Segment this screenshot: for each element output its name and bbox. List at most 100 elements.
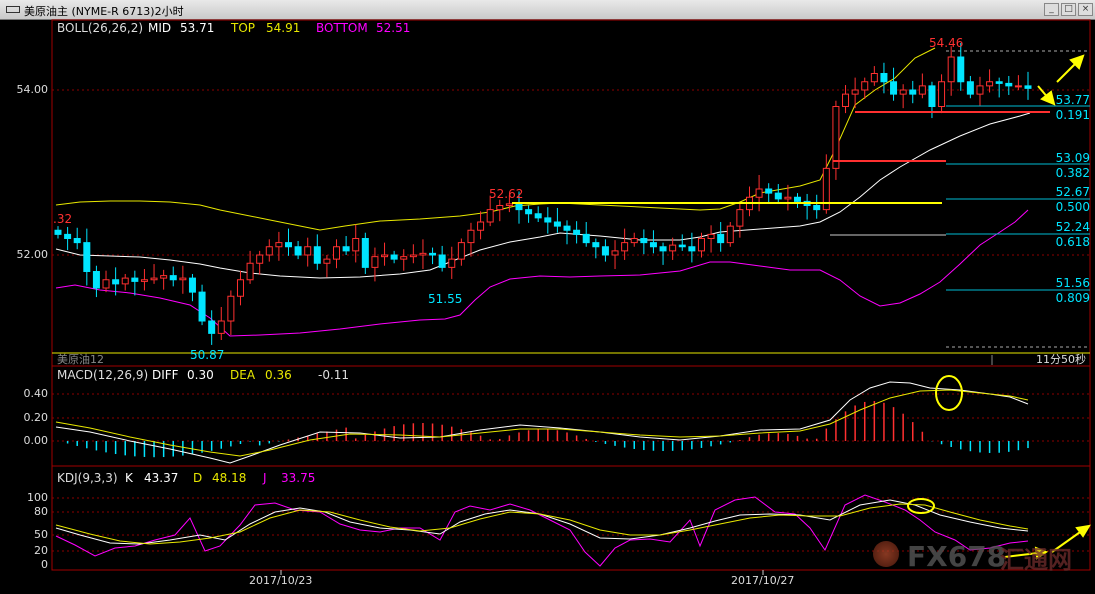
boll-bottom-label: BOTTOM bbox=[316, 21, 368, 35]
fib-ratio-1: 0.191 bbox=[1055, 108, 1090, 122]
candle-body bbox=[697, 238, 705, 252]
price-label-low-2: 50.87 bbox=[190, 348, 225, 362]
candle-body bbox=[525, 209, 533, 215]
kdj-tick-50: 50 bbox=[34, 528, 48, 541]
candle-body bbox=[995, 81, 1003, 84]
candle-body bbox=[573, 229, 581, 235]
candle-body bbox=[918, 85, 926, 95]
candle-body bbox=[880, 73, 888, 83]
candle-body bbox=[371, 256, 379, 268]
candle-body bbox=[947, 56, 955, 83]
kdj-tick-100: 100 bbox=[27, 491, 48, 504]
candle-body bbox=[774, 192, 782, 200]
watermark-logo-icon bbox=[873, 541, 899, 567]
boll-bottom-value: 52.51 bbox=[376, 21, 411, 35]
macd-tick-000: 0.00 bbox=[23, 434, 49, 447]
price-tick-52: 52.00 bbox=[16, 248, 49, 261]
candle-body bbox=[217, 320, 225, 334]
candle-body bbox=[678, 244, 686, 248]
candle-body bbox=[102, 279, 110, 289]
candle-body bbox=[870, 73, 878, 83]
symbol-footer: 美原油12 bbox=[57, 353, 104, 366]
candle-body bbox=[736, 209, 744, 227]
macd-tick-020: 0.20 bbox=[23, 411, 49, 424]
candle-body bbox=[381, 254, 389, 258]
candle-body bbox=[976, 85, 984, 95]
fib-ratio-3: 0.500 bbox=[1055, 200, 1090, 214]
candle-body bbox=[352, 238, 360, 252]
candle-body bbox=[861, 81, 869, 91]
candle-body bbox=[438, 254, 446, 268]
kdj-tick-0: 0 bbox=[41, 558, 48, 571]
candle-body bbox=[342, 246, 350, 252]
macd-dea-value: 0.36 bbox=[265, 368, 292, 382]
price-label-high-1: 52.62 bbox=[489, 187, 524, 201]
candle-body bbox=[198, 291, 206, 322]
fib-ratio-4: 0.618 bbox=[1055, 235, 1090, 249]
candle-body bbox=[582, 233, 590, 244]
candle-body bbox=[784, 196, 792, 200]
candle-body bbox=[121, 277, 129, 285]
boll-mid-band bbox=[55, 112, 1031, 279]
fib-price-5: 51.56 bbox=[1055, 276, 1090, 290]
candle-body bbox=[1024, 85, 1032, 89]
candle-body bbox=[707, 233, 715, 239]
candle-body bbox=[294, 246, 302, 256]
candle-body bbox=[429, 252, 437, 256]
boll-label: BOLL(26,26,2) bbox=[57, 21, 144, 35]
candle-body bbox=[601, 246, 609, 256]
candle-body bbox=[92, 271, 100, 289]
candle-body bbox=[899, 89, 907, 95]
price-panel-frame bbox=[51, 19, 1091, 367]
kdj-d-label: D bbox=[193, 471, 203, 485]
arrow-icon-up-right bbox=[1056, 54, 1085, 83]
candle-body bbox=[688, 246, 696, 252]
candle-body bbox=[150, 277, 158, 281]
kdj-d-line bbox=[55, 503, 1029, 545]
price-label-high-2: 54.46 bbox=[929, 36, 964, 50]
date-label-2: 2017/10/27 bbox=[731, 574, 795, 587]
candle-body bbox=[505, 203, 513, 207]
candle-body bbox=[208, 320, 216, 334]
kdj-j-value: 33.75 bbox=[281, 471, 316, 485]
candle-body bbox=[160, 275, 168, 279]
macd-dea-label: DEA bbox=[230, 368, 256, 382]
candle-body bbox=[112, 279, 120, 285]
candle-body bbox=[246, 262, 254, 281]
candle-body bbox=[140, 279, 148, 282]
fib-price-2: 53.09 bbox=[1055, 151, 1090, 165]
candle-body bbox=[621, 242, 629, 252]
date-label-1: 2017/10/23 bbox=[249, 574, 313, 587]
candle-body bbox=[169, 275, 177, 281]
kdj-k-label: K bbox=[125, 471, 133, 485]
fib-ratio-5: 0.809 bbox=[1055, 291, 1090, 305]
candle-body bbox=[496, 205, 504, 211]
candle-body bbox=[448, 258, 456, 268]
candle-body bbox=[313, 246, 321, 264]
candle-body bbox=[409, 254, 417, 258]
candle-body bbox=[842, 93, 850, 107]
price-label-low-1: 51.55 bbox=[428, 292, 463, 306]
fib-price-4: 52.24 bbox=[1055, 220, 1090, 234]
kdj-label: KDJ(9,3,3) bbox=[57, 471, 118, 485]
candle-body bbox=[649, 242, 657, 248]
candlestick-series bbox=[54, 42, 1032, 345]
candle-body bbox=[1005, 82, 1013, 87]
boll-mid-value: 53.71 bbox=[180, 21, 215, 35]
candle-body bbox=[659, 246, 667, 252]
watermark-text: FX678 bbox=[907, 540, 1007, 573]
candle-body bbox=[73, 238, 81, 244]
highlight-circle-macd bbox=[935, 375, 963, 411]
boll-top-label: TOP bbox=[231, 21, 256, 35]
chart-canvas[interactable] bbox=[0, 0, 1095, 594]
candle-body bbox=[765, 188, 773, 194]
candle-body bbox=[419, 252, 427, 256]
candle-body bbox=[333, 246, 341, 260]
macd-tick-040: 0.40 bbox=[23, 387, 49, 400]
candle-body bbox=[265, 246, 273, 256]
price-label-left: .32 bbox=[53, 212, 73, 226]
macd-diff-value: 0.30 bbox=[187, 368, 214, 382]
candle-body bbox=[813, 205, 821, 211]
kdj-k-value: 43.37 bbox=[144, 471, 179, 485]
candle-body bbox=[928, 85, 936, 107]
